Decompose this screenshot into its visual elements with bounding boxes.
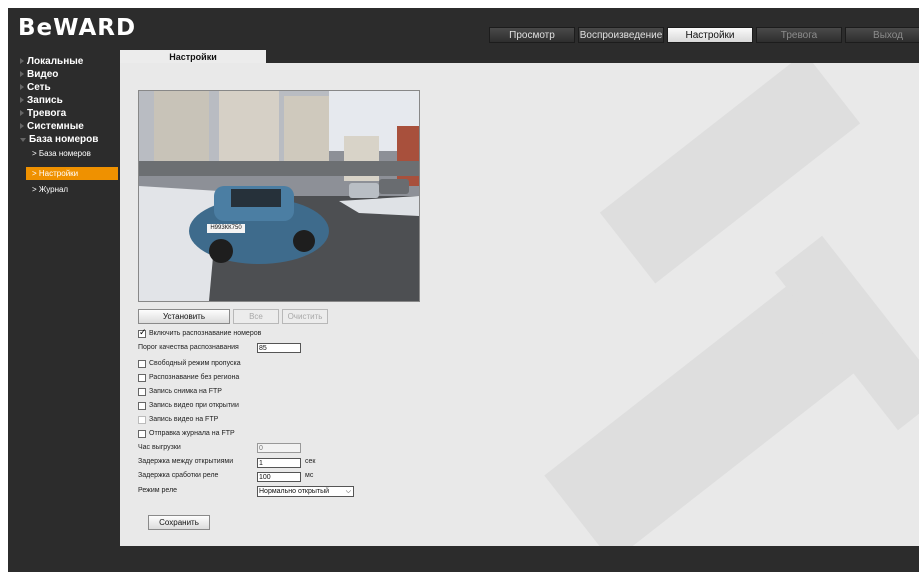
sidebar-subitem-settings[interactable]: > Настройки [26,167,118,180]
sidebar-item-network[interactable]: Сеть [20,82,51,93]
sidebar-item-video[interactable]: Видео [20,69,58,80]
no-region-checkbox[interactable] [138,374,146,382]
chevron-right-icon: > [32,185,37,194]
tab-playback[interactable]: Воспроизведение [578,27,664,43]
relay-mode-label: Режим реле [138,487,178,494]
log-ftp-row[interactable]: Отправка журнала на FTP [138,429,235,439]
sidebar-item-system[interactable]: Системные [20,121,84,132]
no-region-label: Распознавание без региона [149,374,240,381]
relay-delay-input[interactable]: 100 [257,472,301,482]
sidebar-item-local[interactable]: Локальные [20,56,83,67]
chevron-down-icon [20,138,26,142]
relay-delay-unit: мс [305,472,314,479]
open-delay-input[interactable]: 1 [257,458,301,468]
sidebar-item-label: Запись [27,95,63,106]
no-region-row[interactable]: Распознавание без региона [138,373,239,383]
camera-snapshot[interactable]: Н993КК750 [138,90,420,302]
settings-panel: Н993КК750 Установить Все Очистить ✓ Вклю… [120,63,919,546]
video-ftp-row[interactable]: Запись видео на FTP [138,415,218,425]
beward-logo: BeWARD [18,15,137,41]
sidebar-subitem-label: Журнал [38,185,69,194]
chevron-down-icon: ⌵ [345,488,351,495]
video-on-open-checkbox[interactable] [138,402,146,410]
content-tab-settings[interactable]: Настройки [120,50,266,64]
relay-mode-value: Нормально открытый [259,488,330,495]
snapshot-ftp-label: Запись снимка на FTP [149,388,222,395]
open-delay-unit: сек [305,458,316,465]
license-plate-text: Н993КК750 [210,225,242,231]
video-on-open-row[interactable]: Запись видео при открытии [138,401,239,411]
quality-threshold-input[interactable]: 85 [257,343,301,353]
open-delay-label: Задержка между открытиями [138,458,234,465]
chevron-right-icon: > [32,149,37,158]
free-mode-row[interactable]: Свободный режим пропуска [138,359,241,369]
sidebar-item-alarm[interactable]: Тревога [20,108,66,119]
sidebar-item-record[interactable]: Запись [20,95,63,106]
tab-alarm[interactable]: Тревога [756,27,842,43]
upload-hour-input[interactable]: 0 [257,443,301,453]
chevron-right-icon [20,123,24,129]
sidebar-item-label: Тревога [27,108,67,119]
camera-scene [139,91,419,301]
tab-settings[interactable]: Настройки [667,27,753,43]
log-ftp-label: Отправка журнала на FTP [149,430,235,437]
relay-mode-select[interactable]: Нормально открытый ⌵ [257,486,354,497]
enable-recognition-checkbox[interactable]: ✓ [138,327,147,338]
chevron-right-icon [20,58,24,64]
sidebar-item-plates[interactable]: База номеров [20,134,98,145]
quality-threshold-label: Порог качества распознавания [138,344,239,351]
clear-button[interactable]: Очистить [282,309,328,324]
video-on-open-label: Запись видео при открытии [149,402,239,409]
chevron-right-icon [20,84,24,90]
upload-hour-label: Час выгрузки [138,444,181,451]
enable-recognition-row[interactable]: ✓ Включить распознавание номеров [138,327,262,339]
sidebar-item-label: База номеров [29,134,99,145]
tab-view[interactable]: Просмотр [489,27,575,43]
sidebar-item-label: Системные [27,121,84,132]
video-ftp-checkbox[interactable] [138,416,146,424]
sidebar-subitem-plates-db[interactable]: > База номеров [32,149,91,158]
chevron-right-icon [20,97,24,103]
sidebar: Локальные Видео Сеть Запись Тревога Сист… [8,50,120,572]
chevron-right-icon [20,110,24,116]
sidebar-subitem-journal[interactable]: > Журнал [32,185,68,194]
set-button[interactable]: Установить [138,309,230,324]
chevron-right-icon [20,71,24,77]
chevron-right-icon: > [32,169,37,178]
all-button[interactable]: Все [233,309,279,324]
free-mode-label: Свободный режим пропуска [149,360,241,367]
enable-recognition-label: Включить распознавание номеров [149,330,262,337]
sidebar-subitem-label: База номеров [38,149,91,158]
sidebar-subitem-label: Настройки [38,169,79,178]
log-ftp-checkbox[interactable] [138,430,146,438]
snapshot-ftp-checkbox[interactable] [138,388,146,396]
sidebar-item-label: Видео [27,69,59,80]
free-mode-checkbox[interactable] [138,360,146,368]
snapshot-ftp-row[interactable]: Запись снимка на FTP [138,387,222,397]
checkmark-icon: ✓ [139,327,147,337]
sidebar-item-label: Сеть [27,82,51,93]
relay-delay-label: Задержка сработки реле [138,472,219,479]
tab-exit[interactable]: Выход [845,27,919,43]
sidebar-item-label: Локальные [27,56,84,67]
app-frame: BeWARD Просмотр Воспроизведение Настройк… [8,8,919,572]
save-button[interactable]: Сохранить [148,515,210,530]
top-tabs: Просмотр Воспроизведение Настройки Трево… [486,27,919,44]
video-ftp-label: Запись видео на FTP [149,416,219,423]
